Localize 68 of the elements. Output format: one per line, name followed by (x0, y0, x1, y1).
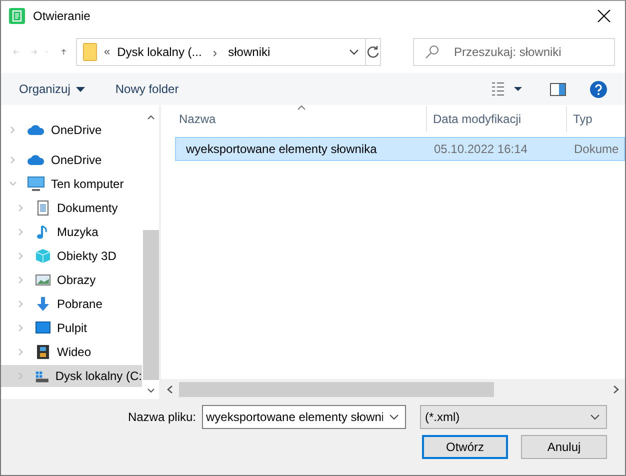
breadcrumb[interactable]: słowniki (228, 45, 270, 59)
chevron-right-icon[interactable] (17, 372, 25, 380)
image-icon (35, 272, 51, 288)
dropdown-icon[interactable] (348, 49, 359, 55)
open-button[interactable]: Otwórz (422, 435, 508, 459)
caret-icon (76, 86, 86, 92)
scrollbar[interactable] (161, 379, 625, 399)
file-row[interactable]: wyeksportowane elementy słownika 05.10.2022 16:14 Dokume (175, 137, 625, 161)
chevron-right-icon[interactable] (17, 300, 25, 308)
sidebar-item[interactable]: Dysk lokalny (C: (1, 365, 142, 387)
scrollbar-thumb[interactable] (179, 382, 494, 396)
scroll-right-icon[interactable] (613, 384, 619, 394)
organize-button[interactable]: Organizuj (19, 82, 86, 96)
chevron-right-icon[interactable] (17, 348, 25, 356)
chevron-right-icon[interactable] (17, 276, 25, 284)
column-header[interactable]: Nazwa (161, 106, 427, 132)
scroll-up-icon[interactable] (146, 115, 154, 120)
cloud-icon (27, 154, 45, 166)
new-folder-button[interactable]: Nowy folder (115, 82, 179, 96)
chevron-down-icon (590, 414, 600, 420)
app-icon (9, 8, 25, 24)
search-icon (424, 45, 439, 59)
address-prefix: « (104, 46, 110, 58)
chevron-right-icon[interactable] (17, 252, 25, 260)
chevron-right-icon[interactable] (17, 204, 25, 212)
sidebar-item[interactable]: Obrazy (1, 269, 142, 291)
cancel-button[interactable]: Anuluj (521, 435, 607, 459)
help-icon[interactable] (590, 80, 607, 98)
sidebar-item[interactable]: Wideo (1, 341, 142, 363)
filename-label: Nazwa pliku: (128, 410, 196, 424)
chevron-right-icon[interactable] (9, 156, 17, 164)
refresh-icon[interactable] (366, 45, 380, 59)
file-type-dropdown[interactable]: (*.xml) (420, 405, 607, 429)
column-header[interactable]: Typ (567, 106, 625, 132)
sidebar-item[interactable]: Obiekty 3D (1, 245, 142, 267)
chevron-right-icon[interactable] (9, 126, 17, 134)
sort-icon (297, 105, 306, 110)
breadcrumb[interactable]: Dysk lokalny (... (117, 45, 202, 59)
film-icon (35, 344, 51, 360)
download-icon (35, 296, 51, 312)
sidebar-item[interactable]: Pulpit (1, 317, 142, 339)
search-field[interactable]: Przeszukaj: słowniki (412, 38, 615, 66)
scrollbar-thumb[interactable] (142, 230, 158, 380)
sidebar-item[interactable]: Muzyka (1, 221, 142, 243)
sidebar-item[interactable]: Pobrane (1, 293, 142, 315)
monitor-icon (35, 320, 51, 336)
chevron-down-icon[interactable] (389, 414, 399, 420)
folder-icon (82, 43, 97, 61)
window-title: Otwieranie (33, 9, 90, 23)
scroll-left-icon[interactable] (167, 384, 173, 394)
address-bar[interactable]: « Dysk lokalny (... › słowniki (76, 38, 366, 66)
sidebar-item[interactable]: OneDrive (1, 149, 142, 171)
chevron-right-icon[interactable] (17, 324, 25, 332)
sidebar-item[interactable]: Dokumenty (1, 197, 142, 219)
close-icon[interactable] (597, 9, 611, 23)
document-icon (35, 200, 51, 216)
scroll-down-icon[interactable] (146, 388, 154, 393)
breadcrumb-separator: › (212, 44, 218, 60)
column-header[interactable]: Data modyfikacji (427, 106, 567, 132)
filename-field[interactable]: wyeksportowane elementy słowni (202, 405, 406, 429)
view-options-icon[interactable] (492, 82, 524, 96)
preview-pane-icon[interactable] (550, 82, 566, 96)
cloud-icon (27, 124, 45, 136)
chevron-right-icon[interactable] (17, 228, 25, 236)
cube-icon (35, 248, 51, 264)
sidebar-item[interactable]: OneDrive (1, 119, 142, 141)
sidebar-item[interactable]: Ten komputer (1, 173, 142, 195)
computer-icon (27, 176, 45, 192)
